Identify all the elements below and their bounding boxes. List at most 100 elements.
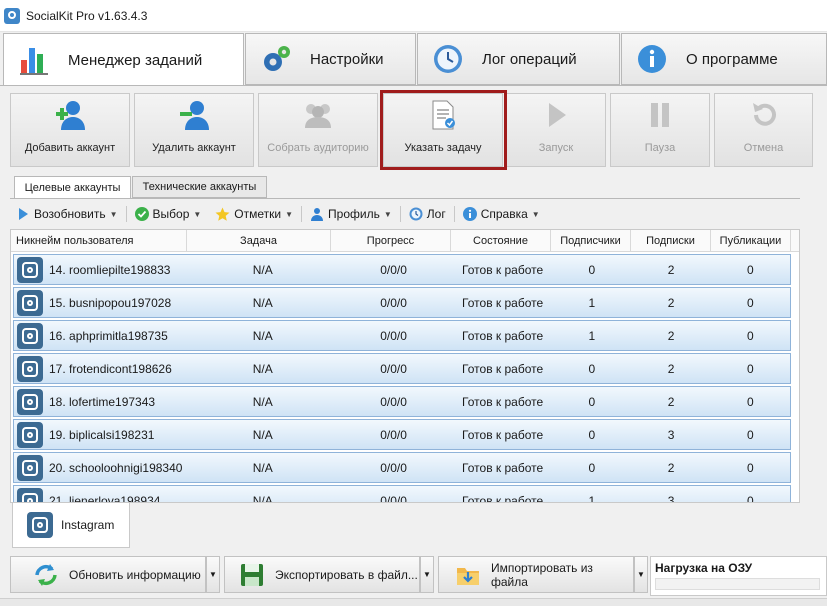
state-cell: Готов к работе (462, 361, 544, 376)
network-tab-instagram[interactable]: Instagram (12, 503, 130, 548)
refresh-icon (35, 563, 57, 586)
table-row[interactable]: 19. biplicalsi198231 N/A 0/0/0 Готов к р… (13, 419, 791, 450)
chevron-down-icon: ▼ (285, 209, 294, 219)
separator (301, 206, 303, 222)
column-header-followers[interactable]: Подписчики (551, 230, 631, 252)
profile-menu[interactable]: Профиль ▼ (304, 203, 398, 225)
button-label: Запуск (538, 142, 574, 154)
tab-label: Настройки (310, 50, 384, 68)
chevron-down-icon: ▼ (383, 209, 392, 219)
column-header-posts[interactable]: Публикации (711, 230, 791, 252)
collect-audience-button[interactable]: Собрать аудиторию (258, 93, 378, 167)
table-row[interactable]: 17. frotendicont198626 N/A 0/0/0 Готов к… (13, 353, 791, 384)
separator (399, 206, 401, 222)
state-cell: Готов к работе (462, 262, 544, 277)
posts-cell: 0 (747, 295, 754, 310)
table-row[interactable]: 16. aphprimitla198735 N/A 0/0/0 Готов к … (13, 320, 791, 351)
ram-usage-bar (655, 578, 820, 590)
progress-cell: 0/0/0 (380, 427, 407, 442)
progress-cell: 0/0/0 (380, 328, 407, 343)
export-icon (241, 563, 263, 586)
title-bar: SocialKit Pro v1.63.4.3 (0, 0, 827, 32)
task-cell: N/A (252, 394, 273, 409)
resume-label: Возобновить (34, 207, 106, 221)
export-to-file-button[interactable]: Экспортировать в файл... (224, 556, 420, 593)
nickname-cell: 14. roomliepilte198833 (49, 262, 171, 277)
start-button[interactable]: Запуск (506, 93, 606, 167)
clock-icon (434, 45, 462, 73)
refresh-dropdown-button[interactable]: ▼ (206, 556, 220, 593)
chevron-down-icon: ▼ (531, 209, 540, 219)
button-label: Обновить информацию (69, 567, 201, 582)
button-label: Собрать аудиторию (267, 142, 369, 154)
table-row[interactable]: 18. lofertime197343 N/A 0/0/0 Готов к ра… (13, 386, 791, 417)
help-menu[interactable]: Справка ▼ (457, 203, 546, 225)
progress-cell: 0/0/0 (380, 262, 407, 277)
posts-cell: 0 (747, 460, 754, 475)
select-label: Выбор (152, 207, 190, 221)
button-label: Отмена (743, 142, 784, 154)
column-header-following[interactable]: Подписки (631, 230, 711, 252)
button-label: Добавить аккаунт (24, 142, 116, 154)
instagram-icon (17, 322, 43, 349)
network-tab-label: Instagram (61, 518, 115, 532)
followers-cell: 1 (588, 493, 596, 503)
tab-settings[interactable]: Настройки (245, 33, 416, 85)
task-cell: N/A (252, 361, 273, 376)
tab-task-manager[interactable]: Менеджер заданий (3, 33, 244, 86)
nickname-cell: 17. frotendicont198626 (49, 361, 172, 376)
ram-usage-label: Нагрузка на ОЗУ (655, 561, 753, 575)
import-from-file-button[interactable]: Импортировать из файла (438, 556, 634, 593)
column-header-state[interactable]: Состояние (451, 230, 551, 252)
app-logo-icon (4, 7, 20, 24)
column-header-progress[interactable]: Прогресс (331, 230, 451, 252)
state-cell: Готов к работе (462, 394, 544, 409)
remove-account-button[interactable]: Удалить аккаунт (134, 93, 254, 167)
pause-button[interactable]: Пауза (610, 93, 710, 167)
instagram-icon (27, 512, 53, 538)
tab-operations-log[interactable]: Лог операций (417, 33, 620, 85)
star-icon (215, 207, 230, 221)
state-cell: Готов к работе (462, 460, 544, 475)
check-icon (134, 207, 149, 221)
chevron-down-icon: ▼ (209, 570, 217, 579)
separator (125, 206, 127, 222)
marks-menu[interactable]: Отметки ▼ (209, 203, 299, 225)
table-row[interactable]: 15. busnipopou197028 N/A 0/0/0 Готов к р… (13, 287, 791, 318)
profile-icon (311, 208, 324, 221)
table-row[interactable]: 20. schooloohnigi198340 N/A 0/0/0 Готов … (13, 452, 791, 483)
posts-cell: 0 (747, 262, 754, 277)
audience-icon (305, 104, 331, 128)
followers-cell: 0 (588, 427, 596, 442)
resume-menu[interactable]: Возобновить ▼ (10, 203, 124, 225)
chevron-down-icon: ▼ (109, 209, 118, 219)
instagram-icon (17, 388, 43, 415)
followers-cell: 1 (588, 295, 596, 310)
table-row[interactable]: 21. lienerlova198934 N/A 0/0/0 Готов к р… (13, 485, 791, 503)
state-cell: Готов к работе (462, 328, 544, 343)
log-label: Лог (426, 207, 446, 221)
column-header-nickname[interactable]: Никнейм пользователя (11, 230, 187, 252)
progress-cell: 0/0/0 (380, 493, 407, 503)
instagram-icon (17, 355, 43, 382)
posts-cell: 0 (747, 394, 754, 409)
state-cell: Готов к работе (462, 427, 544, 442)
add-account-button[interactable]: Добавить аккаунт (10, 93, 130, 167)
instagram-icon (17, 289, 43, 316)
select-menu[interactable]: Выбор ▼ (129, 203, 208, 225)
help-label: Справка (480, 207, 528, 221)
tab-about[interactable]: О программе (621, 33, 827, 85)
gears-icon (264, 46, 290, 71)
log-button[interactable]: Лог (403, 203, 452, 225)
refresh-info-button[interactable]: Обновить информацию (10, 556, 206, 593)
export-dropdown-button[interactable]: ▼ (420, 556, 434, 593)
bar-chart-icon (20, 48, 48, 75)
table-row[interactable]: 14. roomliepilte198833 N/A 0/0/0 Готов к… (13, 254, 791, 285)
import-dropdown-button[interactable]: ▼ (634, 556, 648, 593)
cancel-button[interactable]: Отмена (714, 93, 813, 167)
tab-target-accounts[interactable]: Целевые аккаунты (14, 176, 131, 199)
following-cell: 2 (667, 328, 675, 343)
tab-technical-accounts[interactable]: Технические аккаунты (132, 176, 267, 198)
column-header-task[interactable]: Задача (187, 230, 331, 252)
log-icon (409, 207, 423, 221)
